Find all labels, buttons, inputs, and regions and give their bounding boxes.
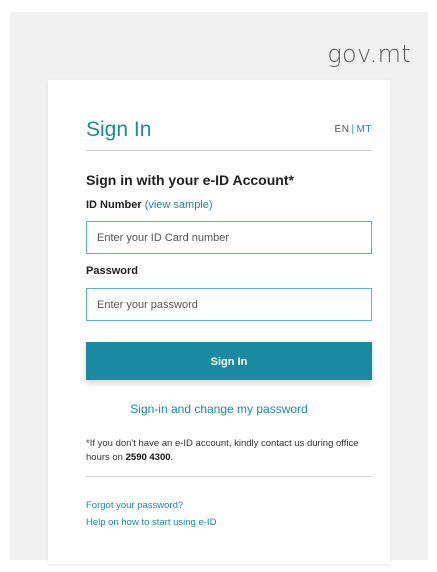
password-label: Password [86, 265, 138, 277]
language-switcher: EN | MT [335, 124, 372, 135]
gov-mt-logo[interactable]: gov.mt [327, 40, 411, 68]
forgot-password-link[interactable]: Forgot your password? [86, 500, 183, 511]
password-input[interactable] [86, 288, 372, 321]
sign-in-change-password-link[interactable]: Sign-in and change my password [48, 402, 390, 416]
logo-gov: gov [327, 40, 370, 68]
sign-in-card: Sign In EN | MT Sign in with your e-ID Acc… [48, 80, 390, 564]
lang-mt-link[interactable]: MT [357, 124, 372, 135]
page-title: Sign In [86, 118, 152, 141]
sign-in-button[interactable]: Sign In [86, 342, 372, 380]
note-end: . [170, 452, 174, 463]
id-number-input[interactable] [86, 221, 372, 254]
form-subtitle: Sign in with your e-ID Account* [86, 172, 294, 188]
view-sample-link[interactable]: (view sample) [145, 199, 213, 211]
logo-mt: mt [377, 40, 411, 68]
logo-dot: . [369, 40, 378, 68]
help-e-id-link[interactable]: Help on how to start using e-ID [86, 517, 216, 528]
no-account-note: *If you don't have an e-ID account, kind… [86, 437, 376, 465]
footer-divider [86, 476, 372, 477]
support-phone: 2590 4300 [125, 452, 171, 463]
card-header: Sign In EN | MT [86, 118, 372, 151]
lang-en-link[interactable]: EN [335, 124, 350, 135]
id-number-label: ID Number (view sample) [86, 199, 213, 211]
id-number-label-text: ID Number [86, 199, 142, 211]
lang-separator: | [351, 124, 355, 135]
